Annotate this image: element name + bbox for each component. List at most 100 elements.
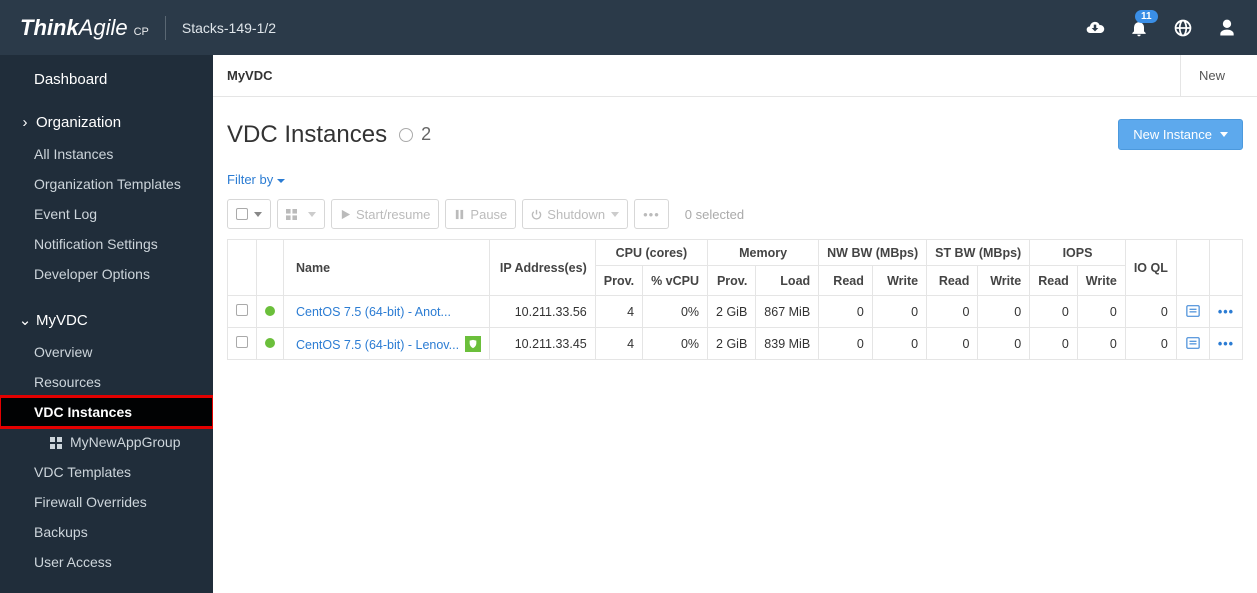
sidebar-item-user-access[interactable]: User Access [0,547,213,577]
col-ip[interactable]: IP Address(es) [490,240,596,296]
cell-vcpu: 0% [643,296,708,328]
col-group-nw: NW BW (MBps) [819,240,927,266]
refresh-icon[interactable] [399,128,413,142]
col-io-read[interactable]: Read [1030,266,1078,296]
button-label: Start/resume [356,207,430,222]
sidebar: Dashboard ›Organization All Instances Or… [0,55,213,593]
divider [165,16,166,40]
col-vcpu[interactable]: % vCPU [643,266,708,296]
checkbox-icon [236,208,248,220]
cloud-download-icon[interactable] [1085,18,1105,38]
filter-by-link[interactable]: Filter by [227,172,285,187]
sidebar-item-overview[interactable]: Overview [0,337,213,367]
pause-button[interactable]: Pause [445,199,516,229]
brand-logo[interactable]: ThinkAgile CP [20,15,149,41]
col-st-read[interactable]: Read [927,266,978,296]
cell-nw-r: 0 [819,328,873,360]
cell-ioql: 0 [1125,328,1176,360]
col-nw-write[interactable]: Write [872,266,926,296]
col-mem-prov[interactable]: Prov. [708,266,756,296]
toolbar: Start/resume Pause Shutdown ••• 0 select… [227,199,1243,229]
sidebar-item-event-log[interactable]: Event Log [0,199,213,229]
sidebar-item-organization[interactable]: ›Organization [0,106,213,139]
view-toggle-button[interactable] [277,199,325,229]
sidebar-label: MyVDC [36,312,88,329]
sidebar-label: Organization [36,114,121,131]
brand-think: Think [20,15,79,41]
bell-icon[interactable]: 11 [1129,18,1149,38]
cell-vcpu: 0% [643,328,708,360]
user-icon[interactable] [1217,18,1237,38]
caret-down-icon [1220,132,1228,137]
sidebar-item-myvdc[interactable]: ⌄MyVDC [0,303,213,337]
status-dot-icon [265,338,275,348]
sidebar-item-dev-options[interactable]: Developer Options [0,259,213,289]
cell-io-r: 0 [1030,296,1078,328]
context-label[interactable]: Stacks-149-1/2 [182,20,276,36]
status-dot-icon [265,306,275,316]
row-actions-button[interactable]: ••• [1218,337,1234,351]
sidebar-item-vdc-instances[interactable]: VDC Instances [0,397,213,427]
top-icons: 11 [1085,18,1237,38]
selected-count: 0 selected [685,207,744,222]
brand-agile: Agile [79,15,128,41]
details-icon[interactable] [1185,303,1201,319]
col-st-write[interactable]: Write [978,266,1030,296]
notification-badge: 11 [1135,10,1158,23]
cell-nw-w: 0 [872,296,926,328]
shutdown-button[interactable]: Shutdown [522,199,628,229]
breadcrumb-current[interactable]: MyVDC [227,68,273,83]
cell-ip: 10.211.33.45 [490,328,596,360]
brand-cp: CP [134,26,149,38]
col-mem-load[interactable]: Load [756,266,819,296]
instance-link[interactable]: CentOS 7.5 (64-bit) - Anot... [296,305,451,319]
col-cpu-prov[interactable]: Prov. [595,266,642,296]
col-group-iops: IOPS [1030,240,1126,266]
button-label: Pause [470,207,507,222]
sidebar-item-dashboard[interactable]: Dashboard [0,55,213,96]
sidebar-item-backups[interactable]: Backups [0,517,213,547]
sidebar-item-all-instances[interactable]: All Instances [0,139,213,169]
col-name[interactable]: Name [284,240,490,296]
page-title: VDC Instances [227,121,387,149]
col-nw-read[interactable]: Read [819,266,873,296]
select-all-checkbox[interactable] [227,199,271,229]
globe-icon[interactable] [1173,18,1193,38]
button-label: New Instance [1133,127,1212,142]
grid-icon [50,436,62,448]
page-header: VDC Instances 2 New Instance [227,119,1243,150]
sidebar-item-resources[interactable]: Resources [0,367,213,397]
cell-cpu-prov: 4 [595,328,642,360]
cell-nw-r: 0 [819,296,873,328]
cell-st-w: 0 [978,328,1030,360]
row-checkbox[interactable] [236,304,248,316]
row-checkbox[interactable] [236,336,248,348]
sidebar-item-vdc-templates[interactable]: VDC Templates [0,457,213,487]
button-label: Shutdown [547,207,605,222]
cell-ioql: 0 [1125,296,1176,328]
pause-icon [454,209,465,220]
sidebar-item-notif-settings[interactable]: Notification Settings [0,229,213,259]
breadcrumb-new[interactable]: New [1180,55,1243,96]
sidebar-item-org-templates[interactable]: Organization Templates [0,169,213,199]
col-io-write[interactable]: Write [1077,266,1125,296]
col-group-mem: Memory [708,240,819,266]
ellipsis-icon: ••• [643,207,660,222]
row-actions-button[interactable]: ••• [1218,305,1234,319]
cell-io-w: 0 [1077,328,1125,360]
sidebar-item-appgroup[interactable]: MyNewAppGroup [0,427,213,457]
top-bar: ThinkAgile CP Stacks-149-1/2 11 [0,0,1257,55]
chevron-down-icon: ⌄ [18,311,32,329]
more-actions-button[interactable]: ••• [634,199,669,229]
instances-table: Name IP Address(es) CPU (cores) Memory N… [227,239,1243,360]
start-resume-button[interactable]: Start/resume [331,199,439,229]
col-group-st: ST BW (MBps) [927,240,1030,266]
details-icon[interactable] [1185,335,1201,351]
new-instance-button[interactable]: New Instance [1118,119,1243,150]
cell-io-r: 0 [1030,328,1078,360]
cell-mem-prov: 2 GiB [708,328,756,360]
instance-link[interactable]: CentOS 7.5 (64-bit) - Lenov... [296,338,459,352]
power-icon [531,209,542,220]
sidebar-item-firewall[interactable]: Firewall Overrides [0,487,213,517]
col-ioql[interactable]: IO QL [1125,240,1176,296]
